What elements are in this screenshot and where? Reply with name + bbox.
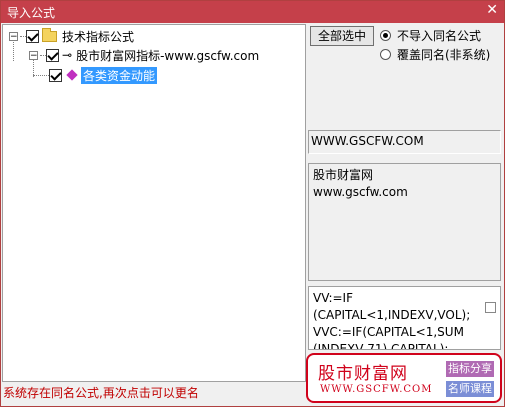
option-overwrite[interactable]: 覆盖同名(非系统) bbox=[380, 46, 490, 63]
radio-skip-duplicates[interactable] bbox=[380, 30, 391, 41]
watermark-tag-share: 指标分享 bbox=[446, 361, 494, 377]
site-watermark-logo: 股市财富网 WWW.GSCFW.COM 指标分享 名师课程 bbox=[306, 353, 502, 403]
description-line: 股市财富网 bbox=[313, 168, 374, 182]
option-skip-duplicates[interactable]: 不导入同名公式 bbox=[380, 27, 481, 44]
code-option-checkbox[interactable] bbox=[485, 302, 496, 313]
code-line: VVC:=IF(CAPITAL<1,SUM bbox=[313, 325, 464, 339]
formula-icon bbox=[65, 69, 78, 82]
tree-node-root-label: 技术指标公式 bbox=[62, 29, 135, 44]
description-box: 股市财富网 www.gscfw.com bbox=[308, 163, 501, 281]
folder-icon bbox=[42, 27, 57, 42]
close-icon[interactable]: ✕ bbox=[486, 2, 498, 18]
source-url-field: WWW.GSCFW.COM bbox=[308, 130, 501, 154]
tree-node-group[interactable]: − ⊸ 股市财富网指标-www.gscfw.com bbox=[29, 46, 259, 64]
radio-overwrite[interactable] bbox=[380, 49, 391, 60]
title-bar: 导入公式 ✕ bbox=[1, 1, 504, 23]
collapse-icon[interactable]: − bbox=[9, 31, 18, 41]
formula-tree[interactable]: − 技术指标公式 − ⊸ 股市财富网指标-www.gscfw.com 各类资金动… bbox=[2, 24, 306, 382]
code-line: (INDEXV,71),CAPITAL); bbox=[313, 342, 449, 350]
watermark-tag-course: 名师课程 bbox=[446, 381, 494, 397]
import-formula-dialog: 导入公式 ✕ − 技术指标公式 − ⊸ 股市财富网指标-www.gscfw.co… bbox=[0, 0, 505, 407]
code-line: (CAPITAL<1,INDEXV,VOL); bbox=[313, 308, 471, 322]
watermark-title: 股市财富网 bbox=[318, 364, 408, 384]
description-line: www.gscfw.com bbox=[313, 185, 408, 199]
watermark-url: WWW.GSCFW.COM bbox=[320, 384, 433, 395]
code-line: VV:=IF bbox=[313, 291, 353, 305]
leaf-checkbox[interactable] bbox=[49, 68, 62, 82]
formula-code-box[interactable]: VV:=IF (CAPITAL<1,INDEXV,VOL); VVC:=IF(C… bbox=[308, 286, 501, 350]
key-icon: ⊸ bbox=[62, 48, 73, 62]
tree-node-group-label: 股市财富网指标-www.gscfw.com bbox=[76, 48, 260, 63]
tree-node-root[interactable]: − 技术指标公式 bbox=[9, 27, 134, 45]
tree-node-leaf[interactable]: 各类资金动能 bbox=[33, 66, 158, 84]
status-message: 系统存在同名公式,再次点击可以更名 bbox=[3, 386, 199, 400]
group-checkbox[interactable] bbox=[46, 48, 59, 62]
window-title: 导入公式 bbox=[7, 6, 56, 20]
option-skip-duplicates-label: 不导入同名公式 bbox=[397, 29, 482, 43]
tree-node-leaf-label[interactable]: 各类资金动能 bbox=[81, 66, 158, 84]
root-checkbox[interactable] bbox=[26, 29, 39, 43]
select-all-button[interactable]: 全部选中 bbox=[310, 26, 374, 46]
option-overwrite-label: 覆盖同名(非系统) bbox=[397, 48, 491, 62]
collapse-icon[interactable]: − bbox=[29, 50, 38, 60]
